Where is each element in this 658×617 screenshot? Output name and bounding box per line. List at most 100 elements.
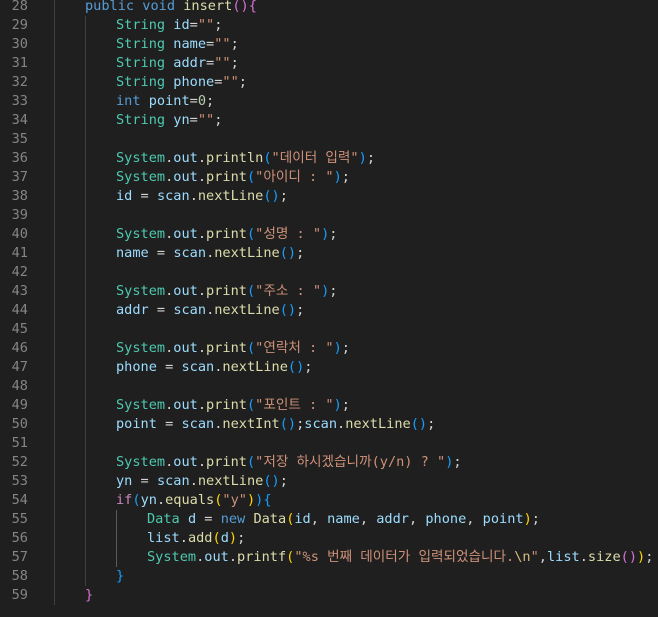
code-line[interactable]: 54 if(yn.equals("y")){ <box>0 491 658 510</box>
line-number: 45 <box>11 321 28 337</box>
indent-guide <box>85 434 86 453</box>
code-text: addr = scan.nextLine(); <box>116 301 304 320</box>
code-token: scan <box>173 245 207 261</box>
code-token: ; <box>304 359 313 375</box>
indent-guide <box>54 453 55 472</box>
code-line[interactable]: 49 System.out.print("포인트 : "); <box>0 396 658 415</box>
code-line[interactable]: 30 String name=""; <box>0 35 658 54</box>
code-token: ; <box>427 416 436 432</box>
code-token: nextLine <box>345 416 411 432</box>
code-line[interactable]: 48 <box>0 377 658 396</box>
code-line[interactable]: 43 System.out.print("주소 : "); <box>0 282 658 301</box>
code-line[interactable]: 53 yn = scan.nextLine(); <box>0 472 658 491</box>
code-token: add <box>187 530 213 546</box>
code-token: out <box>173 226 198 242</box>
code-token: scan <box>181 359 215 375</box>
code-line[interactable]: 56 list.add(d); <box>0 529 658 548</box>
code-token: "" <box>197 112 215 128</box>
code-line[interactable]: 33 int point=0; <box>0 92 658 111</box>
code-token: () <box>263 473 280 489</box>
code-token: ) <box>333 340 342 356</box>
indent-guide <box>85 282 86 301</box>
code-token: () <box>232 0 249 14</box>
code-line[interactable]: 35 <box>0 130 658 149</box>
code-line[interactable]: 34 String yn=""; <box>0 111 658 130</box>
code-line[interactable]: 51 <box>0 434 658 453</box>
line-number: 49 <box>11 397 28 413</box>
code-text: System.out.print("주소 : "); <box>116 282 337 301</box>
code-token: point <box>116 416 157 432</box>
code-token: = <box>132 473 157 489</box>
code-token: print <box>206 397 247 413</box>
code-token: String <box>116 55 166 71</box>
indent-guide <box>54 187 55 206</box>
code-line[interactable]: 29 String id=""; <box>0 16 658 35</box>
line-number: 57 <box>11 549 28 565</box>
code-token: ; <box>237 530 246 546</box>
code-line[interactable]: 40 System.out.print("성명 : "); <box>0 225 658 244</box>
code-token: ; <box>329 283 338 299</box>
code-token: ) <box>333 169 342 185</box>
indent-guide <box>54 301 55 320</box>
indent-guide <box>85 548 86 567</box>
code-token: ) <box>523 511 532 527</box>
code-token: . <box>197 169 207 185</box>
code-token: yn <box>140 492 157 508</box>
code-text: Data d = new Data(id, name, addr, phone,… <box>147 510 540 529</box>
indent-guide <box>85 206 86 225</box>
code-token: d <box>187 511 197 527</box>
code-token: addr <box>173 55 207 71</box>
code-token: print <box>206 454 247 470</box>
code-line[interactable]: 37 System.out.print("아이디 : "); <box>0 168 658 187</box>
indent-guide <box>54 0 55 16</box>
indent-guide <box>85 111 86 130</box>
code-line[interactable]: 55 Data d = new Data(id, name, addr, phon… <box>0 510 658 529</box>
code-line[interactable]: 58} <box>0 567 658 586</box>
code-line[interactable]: 46 System.out.print("연락처 : "); <box>0 339 658 358</box>
indent-guide <box>54 415 55 434</box>
indent-guide <box>54 434 55 453</box>
line-number: 47 <box>11 359 28 375</box>
code-token: ; <box>341 340 350 356</box>
code-token: list <box>546 549 580 565</box>
code-line[interactable]: 45 <box>0 320 658 339</box>
code-line[interactable]: 57 System.out.printf("%s 번째 데이터가 입력되었습니다.… <box>0 548 658 567</box>
code-token: ; <box>296 302 305 318</box>
indent-guide <box>85 339 86 358</box>
code-line[interactable]: 47 phone = scan.nextLine(); <box>0 358 658 377</box>
code-line[interactable]: 59} <box>0 586 658 605</box>
code-token: "" <box>214 36 231 52</box>
editor-lines: 28 public void insert(){29 String id=""; 30… <box>0 0 658 605</box>
indent-guide <box>85 92 86 111</box>
code-line[interactable]: 28 public void insert(){ <box>0 0 658 16</box>
code-line[interactable]: 42 <box>0 263 658 282</box>
code-token: . <box>189 473 198 489</box>
code-token: out <box>173 150 198 166</box>
code-token: ; <box>214 17 223 33</box>
code-token: out <box>173 283 198 299</box>
code-token: , <box>310 511 328 527</box>
code-line[interactable]: 52 System.out.print("저장 하시겠습니까(y/n) ? "); <box>0 453 658 472</box>
indent-guide <box>54 92 55 111</box>
code-token: scan <box>156 473 190 489</box>
code-token: point <box>482 511 524 527</box>
code-line[interactable]: 36 System.out.println("데이터 입력"); <box>0 149 658 168</box>
code-token: yn <box>173 112 190 128</box>
code-line[interactable]: 31 String addr=""; <box>0 54 658 73</box>
indent-guide <box>54 510 55 529</box>
code-token: = <box>189 112 198 128</box>
code-line[interactable]: 50 point = scan.nextInt();scan.nextLine()… <box>0 415 658 434</box>
code-line[interactable]: 44 addr = scan.nextLine(); <box>0 301 658 320</box>
code-token: () <box>279 245 297 261</box>
code-line[interactable]: 39 <box>0 206 658 225</box>
code-token: id <box>173 17 190 33</box>
code-token: nextLine <box>197 188 264 204</box>
code-token: out <box>173 397 198 413</box>
line-number: 42 <box>11 264 28 280</box>
code-token: System <box>116 397 166 413</box>
code-token: } <box>116 568 125 584</box>
code-line[interactable]: 38 id = scan.nextLine(); <box>0 187 658 206</box>
code-editor[interactable]: 28 public void insert(){29 String id=""; 30… <box>0 0 658 617</box>
code-line[interactable]: 32 String phone=""; <box>0 73 658 92</box>
code-line[interactable]: 41 name = scan.nextLine(); <box>0 244 658 263</box>
